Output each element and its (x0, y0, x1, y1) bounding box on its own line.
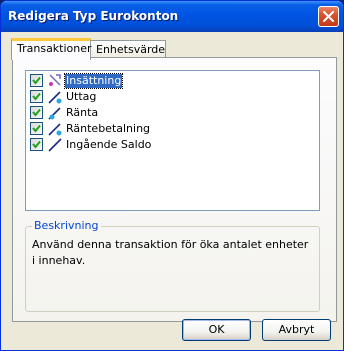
opening-balance-icon (48, 138, 62, 152)
description-text: Använd denna transaktion för öka antalet… (32, 238, 309, 267)
checkbox[interactable] (30, 138, 43, 151)
close-button[interactable] (318, 6, 339, 27)
tab-transaktioner[interactable]: Transaktioner (11, 38, 92, 60)
close-icon (323, 11, 334, 22)
window-title: Redigera Typ Eurokonton (8, 9, 179, 23)
checkbox[interactable] (30, 90, 43, 103)
checkmark-icon (32, 76, 41, 85)
withdrawal-icon (48, 91, 62, 104)
list-item[interactable]: Räntebetalning (30, 121, 230, 137)
checkmark-icon (32, 140, 41, 149)
dialog-body: Transaktioner Enhetsvärde Insättning Utt… (4, 32, 340, 348)
list-item[interactable]: Insättning (30, 73, 230, 89)
checkbox[interactable] (30, 74, 43, 87)
item-label: Insättning (63, 73, 124, 89)
item-label: Ingående Saldo (66, 138, 152, 151)
interest-icon (48, 107, 61, 120)
transaction-type-list[interactable]: Insättning Uttag Ränta Räntebetalning In… (25, 70, 320, 211)
ok-button[interactable]: OK (182, 319, 251, 341)
checkmark-icon (32, 92, 41, 101)
item-label: Ränta (66, 106, 99, 119)
item-label: Uttag (66, 90, 97, 103)
ok-button-label: OK (208, 323, 225, 336)
checkmark-icon (32, 108, 41, 117)
checkbox[interactable] (30, 122, 43, 135)
description-groupbox: Beskrivning Använd denna transaktion för… (25, 219, 320, 312)
deposit-icon (49, 74, 61, 86)
list-item[interactable]: Ränta (30, 105, 230, 121)
interest-payment-icon (48, 123, 62, 136)
list-item[interactable]: Ingående Saldo (30, 137, 230, 153)
checkmark-icon (32, 124, 41, 133)
description-legend: Beskrivning (32, 219, 101, 232)
tab-panel-transaktioner: Insättning Uttag Ränta Räntebetalning In… (12, 57, 337, 322)
title-bar[interactable]: Redigera Typ Eurokonton (1, 1, 343, 32)
cancel-button-label: Avbryt (278, 323, 315, 336)
tab-label: Transaktioner (17, 42, 92, 55)
dialog-window: Redigera Typ Eurokonton Transaktioner En… (0, 0, 344, 351)
item-label: Räntebetalning (66, 122, 151, 135)
list-item[interactable]: Uttag (30, 89, 230, 105)
cancel-button[interactable]: Avbryt (262, 319, 331, 341)
checkbox[interactable] (30, 106, 43, 119)
tab-label: Enhetsvärde (96, 43, 166, 56)
